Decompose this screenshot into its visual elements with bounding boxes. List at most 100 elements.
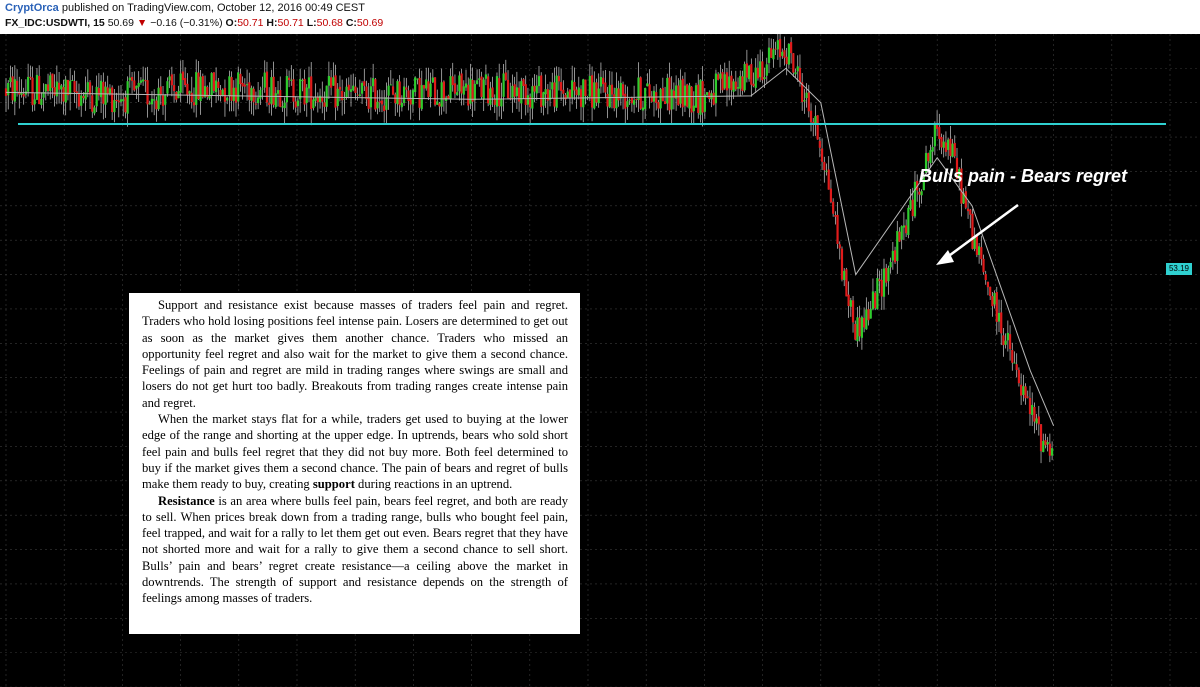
candle-up [652,90,656,102]
candle-down [15,80,19,91]
candle-down [807,92,810,112]
candle-down [73,81,76,93]
candle-down [584,79,587,97]
candle-up [49,75,52,92]
candle-down [334,75,337,108]
candle-up [245,84,249,86]
candle-down [867,309,870,321]
candle-down [677,85,680,106]
candle-down [792,53,795,73]
candle-down [1044,440,1047,446]
candle-down [378,101,381,103]
candle-down [175,92,178,100]
candle-down [989,286,992,296]
candle-down [949,138,952,156]
candle-down [595,82,598,103]
candle-up [369,86,373,108]
candle-down [374,79,377,110]
candle-down [62,87,65,102]
candle-down [106,87,109,95]
candle-up [142,79,145,82]
candle-up [411,90,415,105]
candle-down [847,294,850,307]
low-value: 50.68 [316,17,343,29]
candle-down [575,89,578,96]
candle-down [557,76,560,82]
candle-down [380,100,384,105]
candle-up [469,78,472,104]
high-value: 50.71 [277,17,304,29]
candle-up [896,231,899,261]
candle-up [909,200,912,210]
candle-up [250,87,253,101]
candle-up [599,76,603,87]
candle-down [405,87,408,90]
candle-down [294,101,297,108]
candle-up [148,103,151,105]
price-change: −0.16 (−0.31%) [150,17,223,29]
candle-down [686,84,689,107]
candle-up [787,43,791,65]
low-label: L: [306,17,317,29]
candle-down [774,48,777,50]
candle-up [929,150,932,164]
candle-up [429,83,432,97]
candle-down [708,92,711,99]
candle-down [493,98,496,105]
candle-up [314,97,317,101]
candle-down [845,269,848,297]
candle-down [712,92,715,105]
ohlc-line: FX_IDC:USDWTI, 15 50.69 ▼ −0.16 (−0.31%)… [5,17,383,29]
candle-up [290,79,293,81]
candle-up [9,77,12,83]
candle-down [553,82,556,107]
candle-down [648,84,651,98]
candle-up [803,100,806,102]
candle-up [168,76,171,81]
candle-up [692,105,695,112]
candle-up [113,100,116,113]
candle-up [301,80,304,82]
candle-down [874,292,877,309]
candle-down [130,76,134,81]
candle-up [312,99,315,109]
candle-up [714,73,718,104]
candle-up [416,78,419,80]
candle-up [44,84,47,92]
candle-down [303,78,306,105]
candle-down [522,79,525,86]
candle-down [1017,369,1021,384]
candle-down [243,84,246,87]
candle-up [743,64,746,91]
candle-up [902,225,906,228]
candle-up [215,80,218,93]
candle-up [376,101,379,109]
candle-down [975,235,978,255]
candle-up [281,106,284,108]
candle-up [396,81,399,105]
candle-up [283,102,286,109]
author-link[interactable]: CryptOrca [5,2,59,14]
candle-up [699,79,702,115]
candle-up [683,85,687,106]
candle-down [239,73,242,85]
candle-down [31,77,34,106]
candle-up [489,88,492,105]
candle-down [927,153,930,162]
candle-up [473,83,476,101]
annotation-label: Bulls pain - Bears regret [919,166,1128,186]
candle-up [644,87,647,110]
candle-up [615,87,618,109]
candle-up [257,97,260,104]
candle-down [287,77,291,81]
candle-down [170,74,173,86]
candle-down [818,140,821,148]
candle-up [1050,448,1054,456]
candle-up [933,124,936,147]
candle-down [898,231,901,242]
candle-up [119,99,123,102]
candle-down [460,73,463,94]
candle-up [871,291,875,310]
candle-down [186,83,189,96]
candle-down [639,77,642,109]
